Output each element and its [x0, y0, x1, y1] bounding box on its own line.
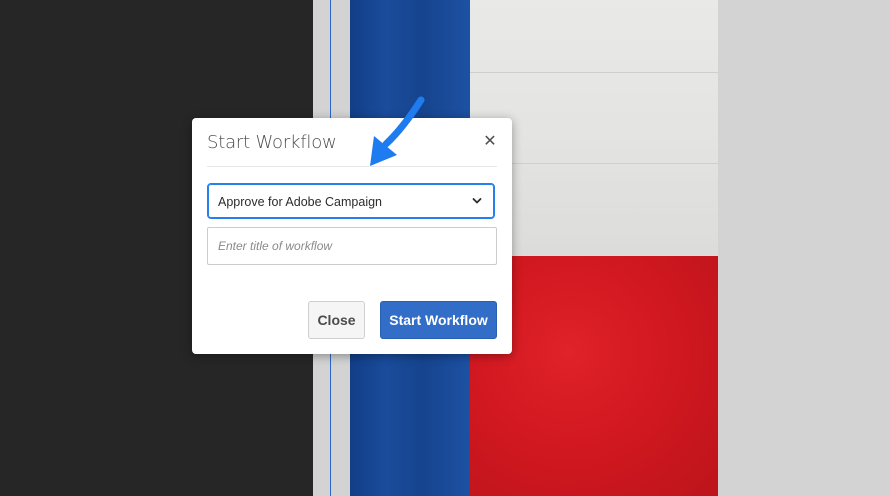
workflow-model-select[interactable]: Approve for Adobe Campaign	[207, 183, 495, 219]
start-workflow-button[interactable]: Start Workflow	[380, 301, 497, 339]
chevron-down-icon	[472, 198, 482, 204]
workflow-title-input[interactable]	[207, 227, 497, 265]
close-button[interactable]: Close	[308, 301, 365, 339]
pointer-arrow-icon	[370, 96, 425, 166]
workflow-model-selected-value: Approve for Adobe Campaign	[218, 195, 382, 209]
title-divider	[207, 166, 497, 167]
dialog-title: Start Workflow	[207, 132, 337, 153]
start-workflow-dialog: Start Workflow ✕ Approve for Adobe Campa…	[192, 118, 512, 354]
close-icon[interactable]: ✕	[482, 134, 498, 150]
